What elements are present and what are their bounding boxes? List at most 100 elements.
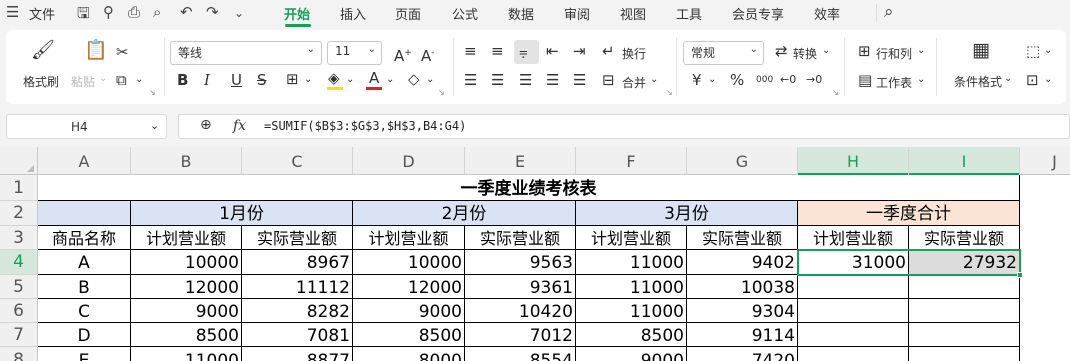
column-title-cell[interactable]: 计划营业额	[576, 226, 687, 250]
table-cell[interactable]: 9000	[353, 299, 465, 323]
table-cell[interactable]: 11000	[131, 347, 242, 361]
rows-cols-dropdown-chevron-icon[interactable]: ⌄	[917, 45, 925, 56]
format-painter-icon[interactable]: 🖌	[31, 41, 55, 60]
worksheet-icon[interactable]: ▤	[858, 72, 872, 88]
format-painter-label[interactable]: 格式刷	[23, 73, 59, 90]
decrease-decimal-icon[interactable]: →0	[806, 72, 822, 88]
fill-handle-icon[interactable]: ⊡	[1026, 72, 1039, 88]
worksheet-dropdown-chevron-icon[interactable]: ⌄	[917, 74, 925, 85]
redo-icon[interactable]: ↷	[206, 3, 219, 21]
merge-icon[interactable]: ⊟	[602, 72, 615, 88]
formula-input[interactable]: ⊕ fx =SUMIF($B$3:$G$3,$H$3,B4:G4)	[178, 114, 1070, 139]
border-dropdown-chevron-icon[interactable]: ⌄	[304, 74, 312, 85]
table-cell[interactable]	[798, 275, 909, 299]
row-header-6[interactable]: 6	[0, 299, 38, 323]
table-cell[interactable]: 27932	[909, 250, 1020, 275]
italic-icon[interactable]: I	[204, 72, 210, 88]
currency-dropdown-chevron-icon[interactable]: ⌄	[708, 74, 716, 85]
convert-label[interactable]: 转换	[793, 45, 817, 62]
table-cell[interactable]: 11112	[242, 275, 353, 299]
tab-view[interactable]: 视图	[620, 4, 646, 23]
cell-a2[interactable]	[38, 201, 131, 226]
conditional-format-icon[interactable]: ▦	[972, 41, 990, 60]
table-cell[interactable]: 31000	[798, 250, 909, 275]
table-cell[interactable]: 12000	[353, 275, 465, 299]
rows-cols-label[interactable]: 行和列	[876, 45, 912, 62]
name-box-chevron-icon[interactable]: ⌄	[150, 119, 159, 132]
month-header-cell[interactable]: 1月份	[131, 201, 353, 226]
table-cell[interactable]	[909, 323, 1020, 347]
tab-data[interactable]: 数据	[508, 4, 534, 23]
column-header-h[interactable]: H	[798, 147, 909, 175]
cell-style-chevron-icon[interactable]: ⌄	[1044, 45, 1052, 56]
bold-icon[interactable]: B	[177, 72, 188, 88]
column-title-cell[interactable]: 商品名称	[38, 226, 131, 250]
align-right-icon[interactable]: ☰	[519, 72, 532, 88]
column-header-j[interactable]: J	[1020, 147, 1070, 175]
wrap-text-label[interactable]: 换行	[622, 45, 646, 62]
column-title-cell[interactable]: 实际营业额	[242, 226, 353, 250]
column-header-f[interactable]: F	[576, 147, 687, 175]
thousands-separator-icon[interactable]: 000	[756, 75, 773, 85]
format-painter-quick-icon[interactable]: ⚲	[103, 3, 114, 21]
table-cell[interactable]: 10000	[131, 250, 242, 275]
font-name-select[interactable]: 等线 ⌄	[170, 41, 322, 65]
table-cell[interactable]: 12000	[131, 275, 242, 299]
tab-tools[interactable]: 工具	[676, 4, 702, 23]
cell-style-icon[interactable]: ⬚	[1026, 43, 1040, 59]
conditional-format-label[interactable]: 条件格式	[954, 73, 1002, 90]
convert-icon[interactable]: ⇄	[775, 43, 788, 59]
table-cell[interactable]: 9000	[576, 347, 687, 361]
table-cell[interactable]: 8500	[353, 323, 465, 347]
cut-icon[interactable]: ✂	[116, 44, 129, 60]
print-preview-icon[interactable]: ⌕	[153, 3, 161, 21]
number-launcher-icon[interactable]: ↘	[832, 88, 839, 97]
table-cell[interactable]: 7420	[687, 347, 798, 361]
table-cell[interactable]: 10000	[353, 250, 465, 275]
print-icon[interactable]: ⎙	[128, 3, 140, 21]
clear-format-icon[interactable]: ◇	[408, 71, 420, 87]
table-cell[interactable]	[909, 275, 1020, 299]
table-cell[interactable]: 8000	[353, 347, 465, 361]
column-title-cell[interactable]: 计划营业额	[353, 226, 465, 250]
table-cell[interactable]	[909, 299, 1020, 323]
fill-handle[interactable]	[1017, 272, 1023, 278]
copy-dropdown-chevron-icon[interactable]: ⌄	[135, 74, 143, 85]
align-top-icon[interactable]: ≡	[464, 43, 477, 59]
column-title-cell[interactable]: 实际营业额	[687, 226, 798, 250]
rows-cols-icon[interactable]: ⊞	[858, 43, 871, 59]
conditional-format-chevron-icon[interactable]: ⌄	[1004, 73, 1012, 84]
table-cell[interactable]: 8500	[131, 323, 242, 347]
border-icon[interactable]: ⊞	[286, 71, 299, 87]
underline-icon[interactable]: U	[231, 72, 242, 88]
column-title-cell[interactable]: 计划营业额	[798, 226, 909, 250]
undo-icon[interactable]: ↶	[180, 3, 193, 21]
name-box[interactable]: H4 ⌄	[6, 114, 167, 139]
search-icon[interactable]: ⌕	[884, 2, 894, 22]
paste-icon[interactable]: 📋	[84, 41, 108, 60]
table-cell[interactable]: A	[38, 250, 131, 275]
fill-color-icon[interactable]: ◈	[328, 70, 340, 86]
paste-label[interactable]: 粘贴	[71, 73, 95, 90]
font-color-dropdown-chevron-icon[interactable]: ⌄	[386, 74, 394, 85]
worksheet-label[interactable]: 工作表	[876, 74, 912, 91]
clear-dropdown-chevron-icon[interactable]: ⌄	[426, 74, 434, 85]
font-launcher-icon[interactable]: ↘	[438, 88, 445, 97]
table-cell[interactable]: D	[38, 323, 131, 347]
file-menu[interactable]: 文件	[29, 4, 55, 23]
align-bottom-icon[interactable]: ⩦	[519, 43, 528, 59]
table-cell[interactable]: 9000	[131, 299, 242, 323]
table-cell[interactable]: E	[38, 347, 131, 361]
copy-icon[interactable]: ⧉	[116, 72, 127, 88]
increase-font-icon[interactable]: A+	[394, 45, 412, 64]
table-cell[interactable]	[798, 323, 909, 347]
table-cell[interactable]	[909, 347, 1020, 361]
month-header-cell[interactable]: 3月份	[576, 201, 798, 226]
currency-icon[interactable]: ¥	[692, 72, 702, 88]
table-cell[interactable]: 11000	[576, 275, 687, 299]
column-header-g[interactable]: G	[687, 147, 798, 175]
column-title-cell[interactable]: 实际营业额	[909, 226, 1020, 250]
row-header-2[interactable]: 2	[0, 201, 38, 226]
decrease-font-icon[interactable]: A-	[421, 45, 435, 64]
table-cell[interactable]: 10038	[687, 275, 798, 299]
